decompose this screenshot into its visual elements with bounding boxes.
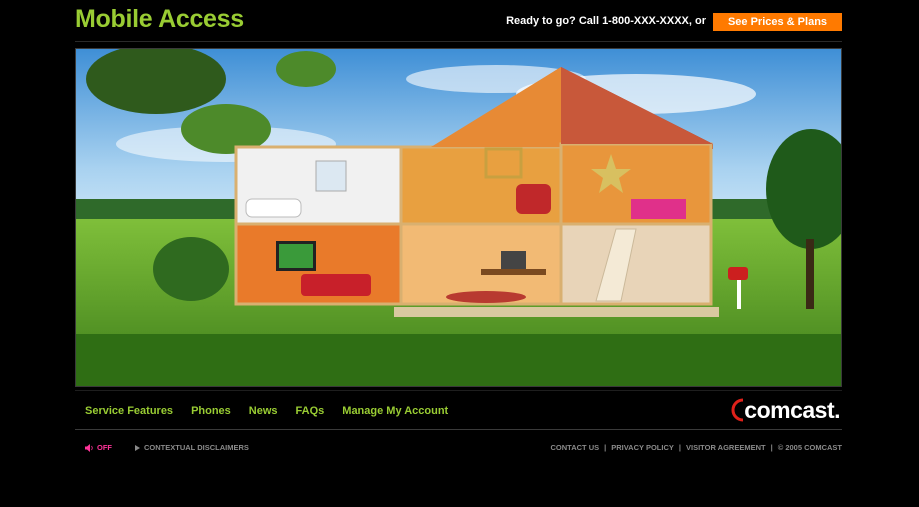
separator: | (678, 443, 681, 452)
nav-phones[interactable]: Phones (191, 405, 231, 417)
sound-toggle[interactable]: OFF (85, 443, 112, 452)
hero-illustration (75, 48, 842, 387)
contextual-disclaimers-link[interactable]: CONTEXTUAL DISCLAIMERS (135, 443, 249, 452)
bed (631, 199, 686, 219)
call-to-action-text: Ready to go? Call 1-800-XXX-XXXX, or (506, 15, 706, 27)
house-cutaway-illustration (76, 49, 841, 386)
contact-us-link[interactable]: CONTACT US (551, 443, 600, 452)
triangle-right-icon (135, 444, 140, 451)
header: Mobile Access Ready to go? Call 1-800-XX… (75, 0, 842, 42)
foreground-grass (76, 334, 841, 386)
see-prices-plans-button[interactable]: See Prices & Plans (713, 13, 842, 31)
privacy-policy-link[interactable]: PRIVACY POLICY (611, 443, 674, 452)
bush (153, 237, 229, 301)
bathtub (245, 198, 302, 218)
separator: | (770, 443, 773, 452)
sound-label: OFF (97, 443, 112, 452)
copyright-text: © 2005 COMCAST (777, 443, 842, 452)
footer: OFF CONTEXTUAL DISCLAIMERS CONTACT US | … (75, 443, 842, 455)
page-title: Mobile Access (75, 5, 244, 33)
disclaimers-label: CONTEXTUAL DISCLAIMERS (144, 443, 249, 452)
visitor-agreement-link[interactable]: VISITOR AGREEMENT (686, 443, 766, 452)
house-foundation (394, 307, 719, 317)
nav-manage-my-account[interactable]: Manage My Account (342, 405, 448, 417)
armchair (516, 184, 551, 214)
sofa (301, 274, 371, 296)
computer-monitor (501, 251, 526, 269)
comcast-logo[interactable]: comcast. (730, 397, 840, 423)
footer-links: CONTACT US | PRIVACY POLICY | VISITOR AG… (551, 443, 842, 452)
desk (481, 269, 546, 275)
speaker-icon (85, 443, 93, 452)
nav-links: Service Features Phones News FAQs Manage… (85, 405, 466, 417)
logo-swoosh-icon (731, 398, 744, 422)
main-nav: Service Features Phones News FAQs Manage… (75, 390, 842, 430)
stairway (559, 222, 713, 306)
mirror (315, 160, 347, 192)
logo-wordmark: comcast. (744, 396, 840, 423)
nav-faqs[interactable]: FAQs (296, 405, 325, 417)
nav-news[interactable]: News (249, 405, 278, 417)
separator: | (604, 443, 607, 452)
rug (446, 291, 526, 303)
nav-service-features[interactable]: Service Features (85, 405, 173, 417)
